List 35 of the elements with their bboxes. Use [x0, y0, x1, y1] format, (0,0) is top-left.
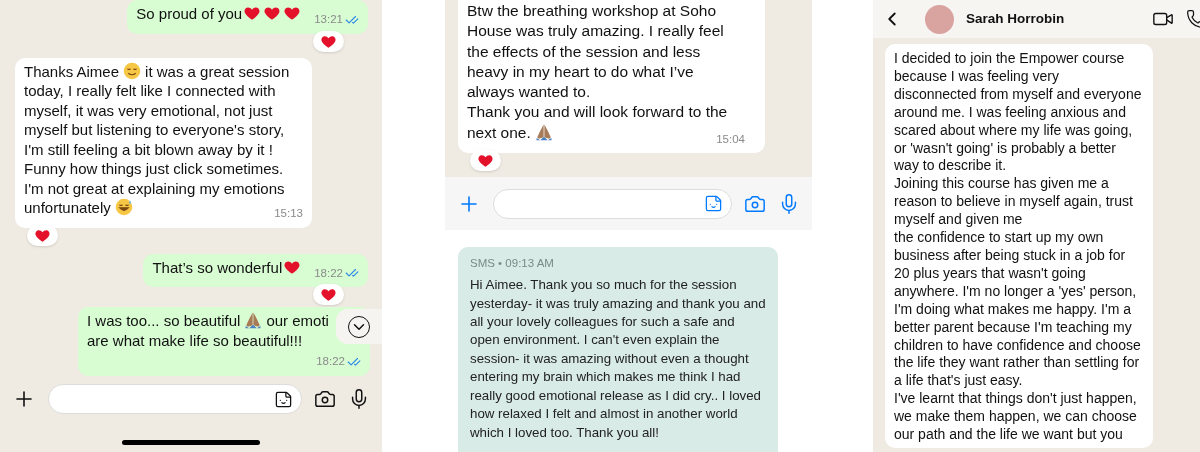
- message-text: I was too... so beautiful: [87, 311, 241, 331]
- message-text: unfortunately: [24, 198, 111, 218]
- heart-icon: [263, 4, 282, 22]
- heart-icon: [283, 4, 302, 22]
- sweat-smile-icon: [114, 198, 133, 216]
- message-text: our emoti: [266, 311, 329, 331]
- sms-header: SMS • 09:13 AM: [470, 256, 555, 271]
- camera-icon[interactable]: [314, 388, 336, 410]
- heart-icon: [320, 286, 337, 303]
- phone-icon[interactable]: [1186, 9, 1200, 29]
- reaction-pill[interactable]: [470, 150, 501, 171]
- sticker-icon[interactable]: [274, 389, 293, 409]
- folded-hands-icon: [244, 311, 263, 329]
- message-text: Thanks Aimee: [24, 61, 120, 81]
- message-time: 18:22: [316, 354, 345, 369]
- contact-name[interactable]: Sarah Horrobin: [966, 8, 1140, 30]
- message-time: 13:21: [314, 12, 343, 27]
- message-text: are what make life so beautiful!!!: [87, 330, 303, 350]
- scroll-down-button[interactable]: [336, 309, 382, 344]
- message-text: So proud of you: [136, 4, 243, 24]
- message-text: That’s so wonderful: [152, 257, 283, 277]
- folded-hands-icon: [534, 122, 553, 141]
- heart-icon: [243, 4, 262, 22]
- sms-text: Hi Aimee. Thank you so much for the session yesterday- it was truly amazing and thank you and all your lovely colleagues for such a safe and open environment. I can't even explain the session- it was amazing without even a thought entering my brain which makes me think I had really good emotional release as I did cry.. I loved how relaxed I felt and almost in another world which I loved too. Thank you all!: [470, 276, 766, 442]
- message-time: 15:13: [274, 206, 303, 221]
- message-time: 15:04: [716, 131, 745, 147]
- message-time: 18:22: [314, 265, 343, 281]
- message-text: next one.: [467, 122, 531, 143]
- message-text: I decided to join the Empower course because I was feeling very disconnected from myself and everyone around me. I was feeling anxious and scared about where my life was going, or 'wasn't going' is probably a better way to describe it. Joining this course has given me a reason to believe in myself again, trust myself and given me the confidence to start up my own business after being stuck in a job for 20 plus years that wasn't going anywhere. I'm no longer a 'yes' person, I'm doing what makes me happy. I'm a better parent because I'm teaching my children to have confidence and choose the life they want rather than settling for a life that's just easy. I've learnt that things don't just happen, we make them happen, we can choose our path and the life we want but you: [894, 50, 1143, 444]
- reaction-pill[interactable]: [313, 284, 344, 305]
- message-field[interactable]: [493, 188, 732, 219]
- heart-icon: [477, 152, 494, 169]
- message-text: it was a great session: [145, 61, 290, 81]
- message-field[interactable]: [48, 384, 302, 414]
- smiling-face-icon: [123, 61, 142, 80]
